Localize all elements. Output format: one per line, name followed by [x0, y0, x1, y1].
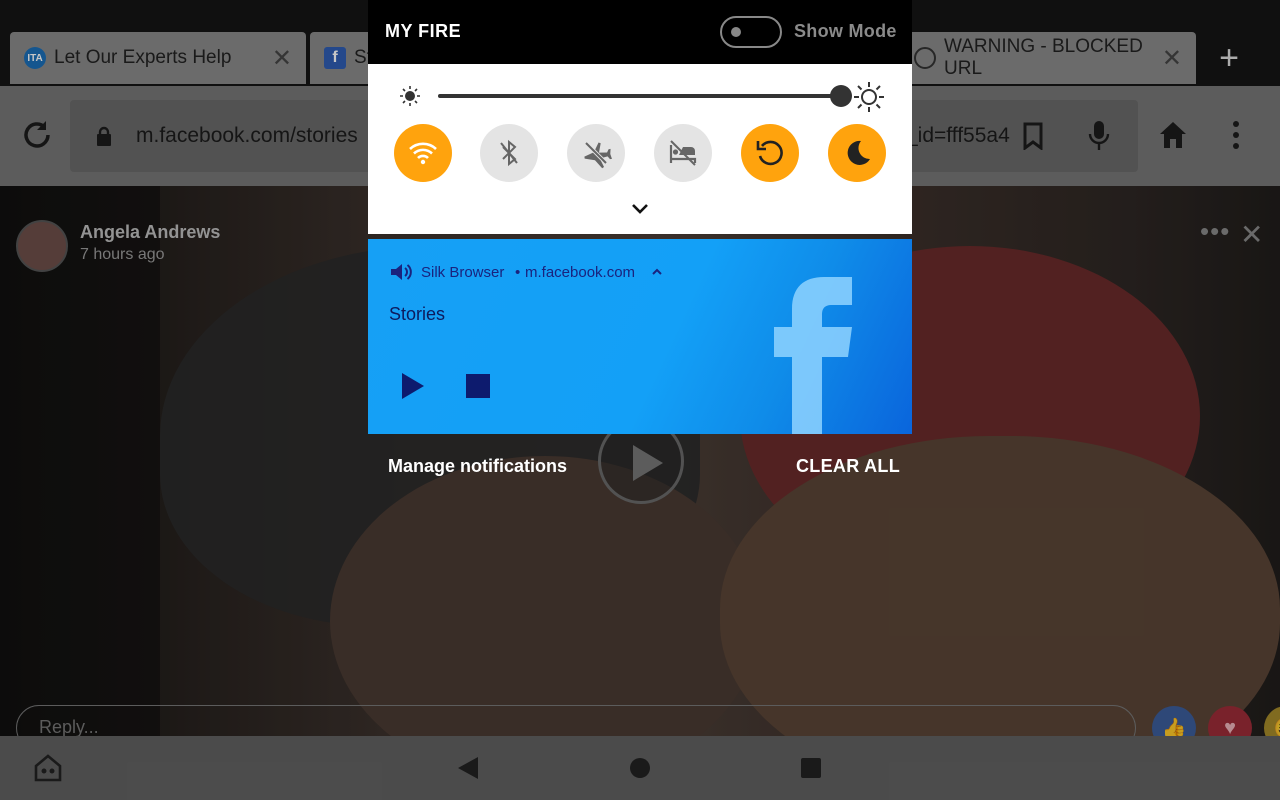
media-stop-button[interactable] — [466, 374, 490, 398]
facebook-logo-icon — [774, 277, 852, 434]
do-not-disturb-toggle[interactable] — [654, 124, 712, 182]
rotate-icon — [756, 140, 783, 166]
manage-notifications-button[interactable]: Manage notifications — [388, 456, 567, 477]
wifi-toggle[interactable] — [394, 124, 452, 182]
media-app-name: Silk Browser — [421, 264, 505, 281]
brightness-high-icon — [854, 82, 884, 112]
media-title: Stories — [389, 304, 446, 324]
bluetooth-toggle[interactable] — [480, 124, 538, 182]
airplane-off-icon — [584, 141, 612, 169]
media-play-button[interactable] — [402, 373, 424, 399]
brightness-slider[interactable] — [438, 94, 842, 98]
media-notification[interactable]: Silk Browser • m.facebook.com Stories — [368, 239, 912, 434]
wifi-icon — [409, 142, 437, 165]
chevron-down-icon[interactable] — [630, 202, 650, 216]
media-separator: • — [515, 264, 521, 281]
clear-all-button[interactable]: CLEAR ALL — [796, 456, 900, 477]
quick-settings-panel — [368, 64, 912, 234]
shade-header: MY FIRE Show Mode — [368, 0, 912, 64]
moon-icon — [847, 140, 870, 165]
brightness-low-icon — [400, 86, 420, 106]
brightness-slider-thumb[interactable] — [830, 85, 852, 107]
shade-title: MY FIRE — [385, 21, 462, 41]
media-site-name: m.facebook.com — [525, 264, 636, 281]
chevron-up-icon[interactable] — [651, 267, 663, 276]
blue-shade-toggle[interactable] — [828, 124, 886, 182]
bed-off-icon — [669, 140, 697, 166]
show-mode-label: Show Mode — [794, 21, 897, 41]
airplane-mode-toggle[interactable] — [567, 124, 625, 182]
speaker-icon — [391, 264, 412, 280]
auto-rotate-toggle[interactable] — [741, 124, 799, 182]
bluetooth-off-icon — [500, 139, 518, 167]
show-mode-toggle[interactable] — [720, 16, 782, 48]
